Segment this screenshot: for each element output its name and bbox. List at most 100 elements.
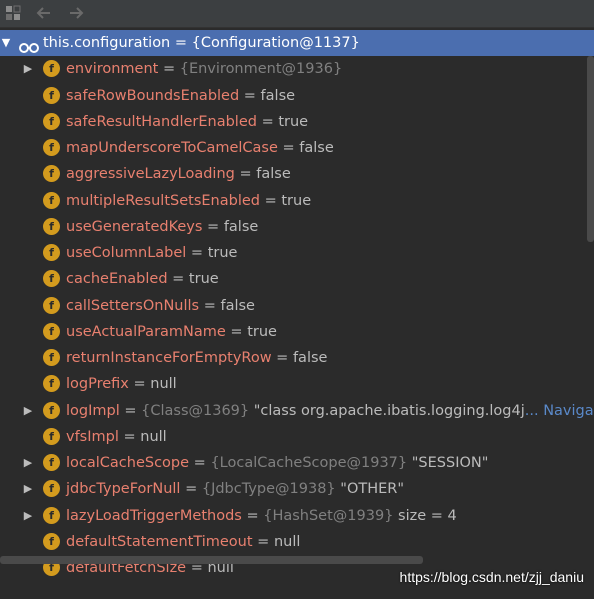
field-icon: f (43, 427, 60, 445)
field-text: safeRowBoundsEnabled = false (66, 83, 295, 109)
field-icon: f (43, 165, 60, 183)
field-value: "SESSION" (411, 455, 489, 471)
root-variable-text: this.configuration = {Configuration@1137… (43, 30, 360, 56)
watermark-text: https://blog.csdn.net/zjj_daniu (399, 569, 584, 585)
field-row-aggressiveLazyLoading[interactable]: f aggressiveLazyLoading = false (0, 161, 594, 187)
field-value: size = 4 (398, 507, 457, 524)
field-equals: = (119, 402, 142, 419)
expanded-chevron-icon[interactable]: ▼ (0, 30, 12, 56)
field-type-ref: {Class@1369} (141, 402, 254, 419)
field-icon: f (43, 270, 60, 288)
field-name: useGeneratedKeys (66, 218, 203, 235)
field-icon: f (43, 60, 60, 78)
back-arrow-icon[interactable] (35, 4, 53, 22)
field-icon: f (43, 506, 60, 524)
expand-chevron-icon[interactable]: ▶ (22, 56, 34, 82)
field-equals: = (225, 323, 248, 340)
field-icon: f (43, 217, 60, 235)
field-text: multipleResultSetsEnabled = true (66, 188, 311, 214)
root-variable-row[interactable]: ▼ this.configuration = {Configuration@11… (0, 30, 594, 57)
field-row-safeRowBoundsEnabled[interactable]: f safeRowBoundsEnabled = false (0, 83, 594, 109)
expand-chevron-icon[interactable]: ▶ (22, 476, 34, 502)
field-row-defaultStatementTimeout[interactable]: f defaultStatementTimeout = null (0, 529, 594, 555)
forward-arrow-icon[interactable] (67, 4, 85, 22)
field-icon: f (43, 86, 60, 104)
field-value: true (188, 271, 219, 288)
field-equals: = (118, 428, 141, 445)
field-text: mapUnderscoreToCamelCase = false (66, 135, 334, 161)
field-row-useActualParamName[interactable]: f useActualParamName = true (0, 319, 594, 345)
field-icon: f (43, 296, 60, 314)
expand-chevron-icon[interactable]: ▶ (22, 503, 34, 529)
field-text: environment = {Environment@1936} (66, 56, 342, 82)
field-row-logPrefix[interactable]: f logPrefix = null (0, 371, 594, 397)
field-icon: f (43, 322, 60, 340)
field-row-lazyLoadTriggerMethods[interactable]: ▶ f lazyLoadTriggerMethods = {HashSet@1939… (0, 503, 594, 529)
field-text: localCacheScope = {LocalCacheScope@1937}… (66, 450, 488, 476)
field-name: vfsImpl (66, 428, 119, 445)
field-equals: = (241, 507, 264, 524)
debugger-toolbar (0, 0, 594, 28)
field-text: lazyLoadTriggerMethods = {HashSet@1939} … (66, 503, 457, 529)
field-text: cacheEnabled = true (66, 266, 219, 292)
field-row-useGeneratedKeys[interactable]: f useGeneratedKeys = false (0, 214, 594, 240)
field-navigate-link[interactable]: ... Navigate (525, 403, 594, 419)
field-value: null (273, 533, 301, 550)
field-value: false (220, 297, 255, 314)
field-text: useColumnLabel = true (66, 240, 237, 266)
field-equals: = (189, 455, 211, 471)
restore-layout-icon[interactable] (4, 4, 22, 22)
field-icon: f (43, 375, 60, 393)
field-equals: = (186, 245, 208, 261)
field-text: logPrefix = null (66, 371, 177, 397)
field-text: callSettersOnNulls = false (66, 293, 255, 319)
field-row-useColumnLabel[interactable]: f useColumnLabel = true (0, 240, 594, 266)
field-name: aggressiveLazyLoading (66, 166, 235, 183)
field-name: localCacheScope (66, 455, 190, 471)
field-value: "OTHER" (340, 481, 405, 498)
field-name: lazyLoadTriggerMethods (66, 507, 242, 524)
field-icon: f (43, 454, 60, 471)
field-row-jdbcTypeForNull[interactable]: ▶ f jdbcTypeForNull = {JdbcType@1938} "OTH… (0, 476, 594, 502)
field-row-multipleResultSetsEnabled[interactable]: f multipleResultSetsEnabled = true (0, 188, 594, 214)
field-equals: = (202, 218, 224, 235)
field-equals: = (252, 533, 274, 550)
field-equals: = (234, 166, 257, 183)
field-type-ref: {HashSet@1939} (263, 507, 399, 524)
field-text: defaultStatementTimeout = null (66, 529, 300, 555)
field-name: useColumnLabel (66, 245, 187, 261)
field-row-safeResultHandlerEnabled[interactable]: f safeResultHandlerEnabled = true (0, 109, 594, 135)
variables-tree: ▼ this.configuration = {Configuration@11… (0, 30, 594, 581)
field-row-returnInstanceForEmptyRow[interactable]: f returnInstanceForEmptyRow = false (0, 345, 594, 371)
field-row-callSettersOnNulls[interactable]: f callSettersOnNulls = false (0, 293, 594, 319)
field-row-logImpl[interactable]: ▶ f logImpl = {Class@1369} "class org.apac… (0, 398, 594, 424)
field-value: true (247, 323, 277, 340)
field-row-vfsImpl[interactable]: f vfsImpl = null (0, 424, 594, 450)
field-row-mapUnderscoreToCamelCase[interactable]: f mapUnderscoreToCamelCase = false (0, 135, 594, 161)
field-name: safeResultHandlerEnabled (66, 113, 257, 130)
field-type-ref: {Environment@1936} (179, 61, 343, 78)
field-icon: f (43, 191, 60, 209)
field-icon: f (43, 244, 60, 261)
field-text: useGeneratedKeys = false (66, 214, 258, 240)
field-row-localCacheScope[interactable]: ▶ f localCacheScope = {LocalCacheScope@193… (0, 450, 594, 476)
field-equals: = (239, 87, 261, 104)
field-equals: = (256, 113, 279, 130)
field-value: false (299, 140, 334, 156)
vertical-scrollbar[interactable] (587, 56, 594, 242)
horizontal-scrollbar[interactable] (0, 556, 423, 564)
field-text: logImpl = {Class@1369} "class org.apache… (66, 398, 594, 424)
field-equals: = (259, 192, 282, 209)
root-variable-equals: = (170, 35, 192, 51)
field-value: "class org.apache.ibatis.logging.log4j (253, 402, 525, 419)
expand-chevron-icon[interactable]: ▶ (22, 398, 34, 424)
field-equals: = (271, 350, 293, 366)
field-row-cacheEnabled[interactable]: f cacheEnabled = true (0, 266, 594, 292)
field-text: jdbcTypeForNull = {JdbcType@1938} "OTHER… (66, 476, 404, 502)
field-name: safeRowBoundsEnabled (66, 87, 240, 104)
field-type-ref: {JdbcType@1938} (201, 481, 341, 498)
expand-chevron-icon[interactable]: ▶ (22, 450, 34, 476)
field-row-environment[interactable]: ▶ f environment = {Environment@1936} (0, 56, 594, 82)
field-text: aggressiveLazyLoading = false (66, 161, 291, 187)
field-icon: f (43, 112, 60, 130)
